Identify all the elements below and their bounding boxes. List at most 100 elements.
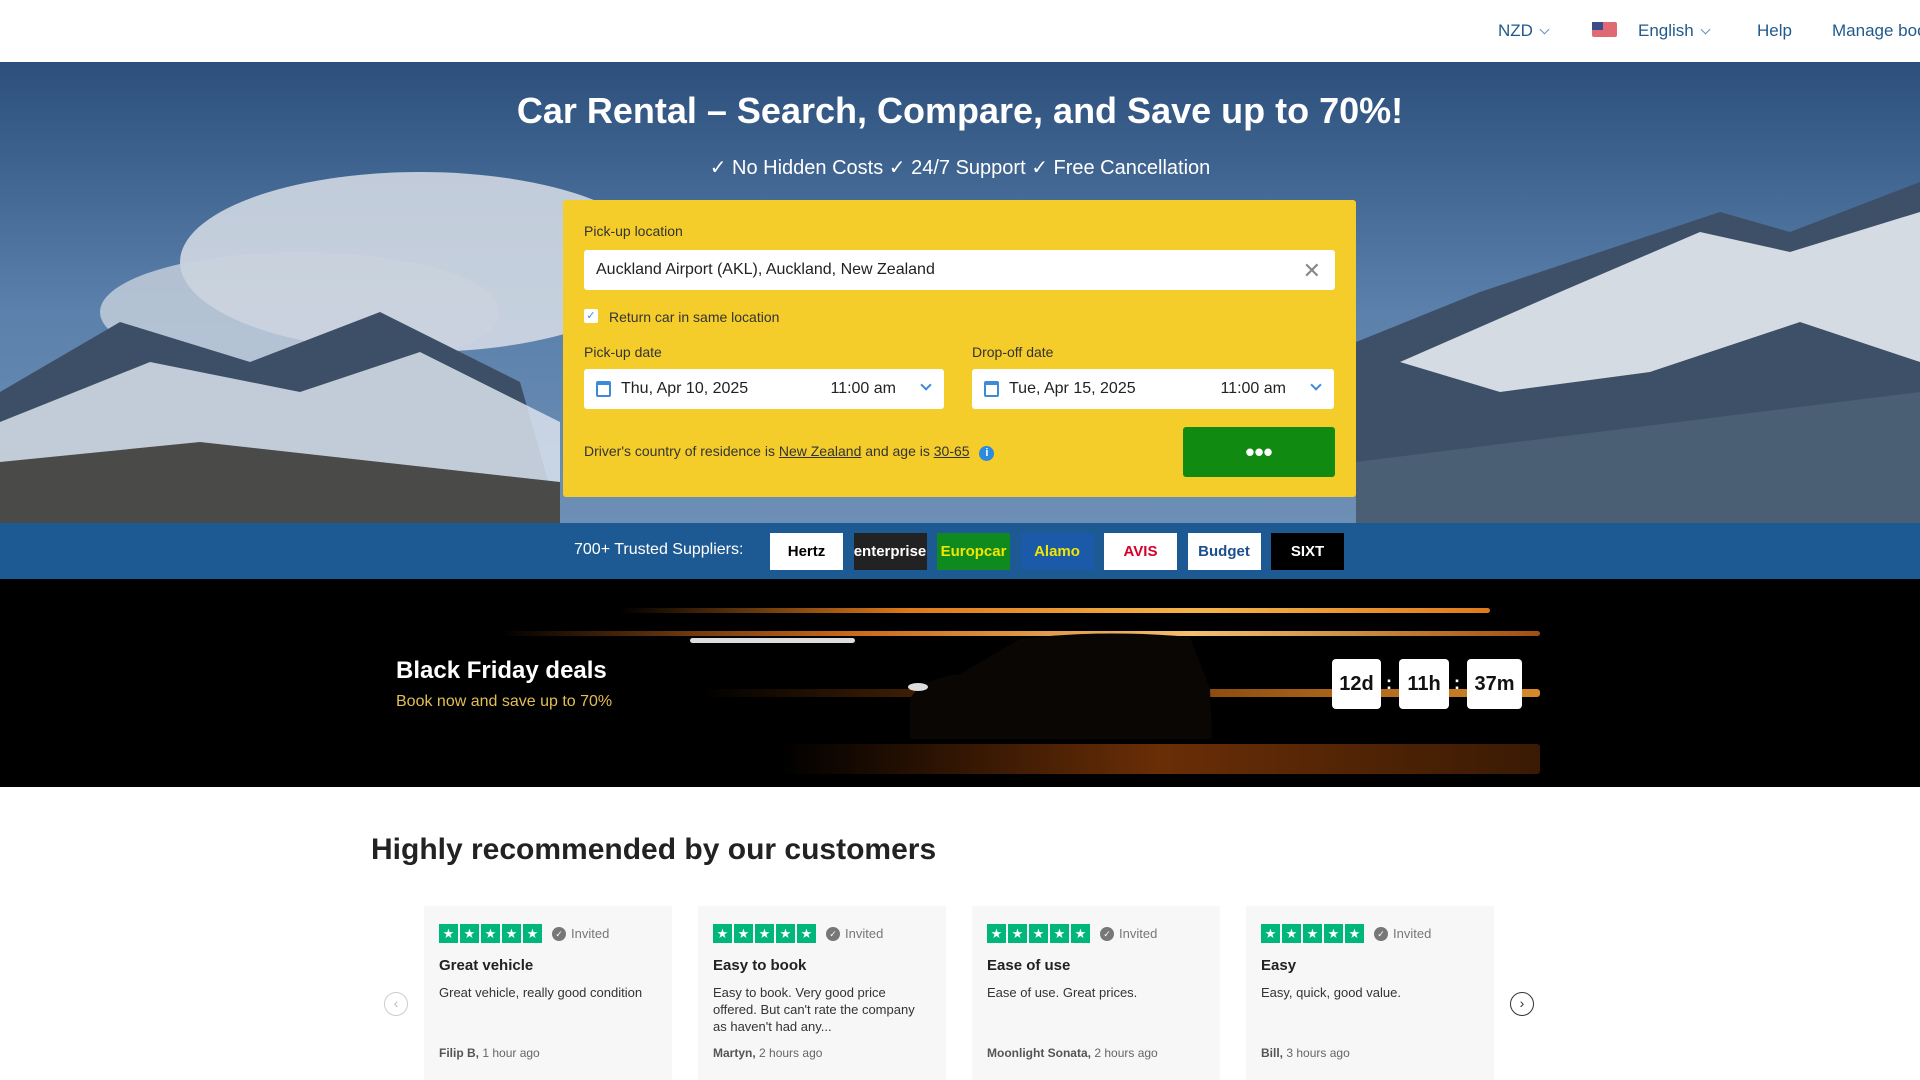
star-icon: ★ — [1261, 924, 1280, 943]
star-icon: ★ — [1071, 924, 1090, 943]
countdown-hours: 11h — [1399, 659, 1449, 709]
star-icon: ★ — [755, 924, 774, 943]
review-card[interactable]: ★ ★ ★ ★ ★ ✓ Invited Easy to book Easy to book.… — [698, 906, 946, 1080]
star-icon: ★ — [1303, 924, 1322, 943]
countdown-days: 12d — [1332, 659, 1381, 709]
star-icon: ★ — [502, 924, 521, 943]
review-time: 2 hours ago — [1094, 1046, 1158, 1060]
star-icon: ★ — [734, 924, 753, 943]
pickup-location-value: Auckland Airport (AKL), Auckland, New Ze… — [596, 261, 935, 278]
top-header: NZD English Help Manage boo — [0, 0, 1920, 62]
check-icon: ✓ — [1100, 926, 1114, 941]
pickup-location-input[interactable]: Auckland Airport (AKL), Auckland, New Ze… — [584, 250, 1335, 290]
supplier-logo-avis: AVIS — [1104, 533, 1177, 570]
star-icon: ★ — [713, 924, 732, 943]
review-card[interactable]: ★ ★ ★ ★ ★ ✓ Invited Great vehicle Great vehicl… — [424, 906, 672, 1080]
manage-booking-link[interactable]: Manage boo — [1832, 21, 1920, 41]
banner-subtitle: Book now and save up to 70% — [396, 693, 613, 710]
supplier-logo-budget: Budget — [1187, 533, 1261, 570]
pickup-date-value: Thu, Apr 10, 2025 — [621, 380, 749, 397]
star-icon: ★ — [1050, 924, 1069, 943]
review-meta: Martyn, 2 hours ago — [713, 1046, 822, 1060]
star-icon: ★ — [987, 924, 1006, 943]
suppliers-label: 700+ Trusted Suppliers: — [574, 541, 744, 558]
star-icon: ★ — [1324, 924, 1343, 943]
review-author: Bill, — [1261, 1046, 1284, 1060]
review-title: Ease of use — [987, 957, 1071, 974]
rating-stars: ★ ★ ★ ★ ★ ✓ Invited — [1261, 924, 1479, 943]
calendar-icon — [984, 381, 999, 397]
reviews-heading: Highly recommended by our customers — [371, 833, 937, 866]
check-icon: ✓ — [552, 926, 566, 941]
carousel-prev-button[interactable]: ‹ — [384, 992, 408, 1016]
dropoff-time[interactable]: 11:00 am — [1220, 380, 1286, 398]
invited-label: Invited — [845, 926, 884, 941]
review-title: Great vehicle — [439, 957, 534, 974]
review-meta: Bill, 3 hours ago — [1261, 1046, 1350, 1060]
invited-badge: ✓ Invited — [1374, 926, 1431, 941]
suppliers-bar: 700+ Trusted Suppliers: Hertz enterprise E… — [0, 523, 1920, 579]
review-time: 2 hours ago — [759, 1046, 823, 1060]
driver-mid: and age is — [865, 443, 930, 459]
review-card[interactable]: ★ ★ ★ ★ ★ ✓ Invited Easy Easy, quick, good val… — [1246, 906, 1494, 1080]
country-link[interactable]: New Zealand — [779, 443, 862, 459]
supplier-logo-europcar: Europcar — [937, 533, 1010, 570]
pickup-location-label: Pick-up location — [584, 223, 683, 239]
invited-label: Invited — [1393, 926, 1432, 941]
pickup-date-label: Pick-up date — [584, 344, 662, 360]
star-icon: ★ — [1282, 924, 1301, 943]
hero-subtitle: ✓ No Hidden Costs ✓ 24/7 Support ✓ Free … — [709, 157, 1211, 179]
info-icon[interactable]: i — [979, 446, 995, 461]
review-title: Easy — [1261, 957, 1297, 974]
chevron-down-icon — [1700, 24, 1711, 35]
age-link[interactable]: 30-65 — [934, 443, 970, 459]
help-link[interactable]: Help — [1757, 21, 1792, 41]
star-icon: ★ — [1345, 924, 1364, 943]
review-time: 1 hour ago — [482, 1046, 540, 1060]
countdown-minutes: 37m — [1467, 659, 1522, 709]
star-icon: ★ — [1029, 924, 1048, 943]
return-same-checkbox[interactable]: ✓ — [584, 309, 598, 323]
invited-badge: ✓ Invited — [826, 926, 883, 941]
black-friday-banner[interactable]: Black Friday deals Book now and save up … — [0, 579, 1920, 787]
carousel-next-button[interactable]: › — [1510, 992, 1534, 1016]
rating-stars: ★ ★ ★ ★ ★ ✓ Invited — [713, 924, 931, 943]
review-card[interactable]: ★ ★ ★ ★ ★ ✓ Invited Ease of use Ease of use. G… — [972, 906, 1220, 1080]
rating-stars: ★ ★ ★ ★ ★ ✓ Invited — [439, 924, 657, 943]
clear-icon[interactable]: ✕ — [1303, 258, 1321, 284]
pickup-date-input[interactable]: Thu, Apr 10, 2025 11:00 am — [584, 369, 944, 409]
review-meta: Filip B, 1 hour ago — [439, 1046, 540, 1060]
check-icon: ✓ — [1374, 926, 1388, 941]
currency-selector[interactable]: NZD — [1498, 21, 1550, 41]
star-icon: ★ — [1008, 924, 1027, 943]
star-icon: ★ — [460, 924, 479, 943]
review-author: Moonlight Sonata, — [987, 1046, 1091, 1060]
star-icon: ★ — [797, 924, 816, 943]
calendar-icon — [596, 381, 611, 397]
review-author: Filip B, — [439, 1046, 479, 1060]
return-same-label: Return car in same location — [609, 309, 780, 325]
star-icon: ★ — [776, 924, 795, 943]
rating-stars: ★ ★ ★ ★ ★ ✓ Invited — [987, 924, 1205, 943]
pickup-time[interactable]: 11:00 am — [830, 380, 896, 398]
invited-label: Invited — [571, 926, 610, 941]
supplier-logo-enterprise: enterprise — [853, 533, 927, 570]
driver-info: Driver's country of residence is New Zea… — [584, 443, 995, 461]
review-meta: Moonlight Sonata, 2 hours ago — [987, 1046, 1158, 1060]
star-icon: ★ — [481, 924, 500, 943]
review-author: Martyn, — [713, 1046, 756, 1060]
check-icon: ✓ — [826, 926, 840, 941]
language-selector[interactable]: English — [1638, 21, 1711, 41]
search-button[interactable]: ••• — [1183, 427, 1335, 477]
chevron-down-icon — [920, 379, 932, 391]
search-form: Pick-up location Auckland Airport (AKL),… — [563, 200, 1356, 497]
review-text: Great vehicle, really good condition — [439, 985, 643, 1000]
dropoff-date-value: Tue, Apr 15, 2025 — [1009, 380, 1136, 397]
dropoff-date-input[interactable]: Tue, Apr 15, 2025 11:00 am — [972, 369, 1334, 409]
supplier-logo-sixt: SIXT — [1271, 533, 1344, 570]
review-text: Easy to book. Very good price offered. B… — [713, 985, 915, 1034]
invited-badge: ✓ Invited — [1100, 926, 1157, 941]
driver-prefix: Driver's country of residence is — [584, 443, 775, 459]
review-title: Easy to book — [713, 957, 807, 974]
chevron-down-icon — [1310, 379, 1322, 391]
